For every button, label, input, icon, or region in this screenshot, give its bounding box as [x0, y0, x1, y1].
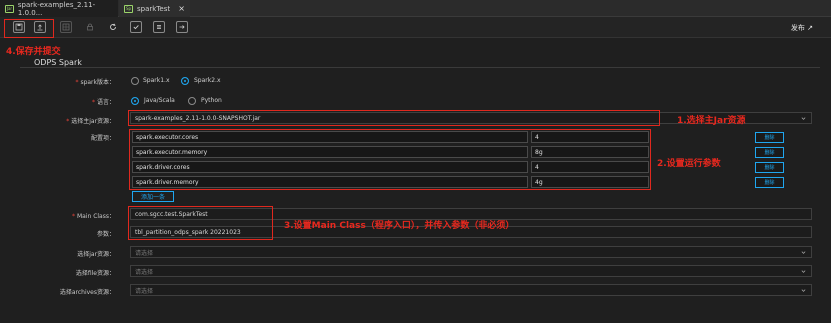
- save-submit-highlight: [4, 19, 54, 38]
- section-title: ODPS Spark: [34, 58, 82, 67]
- radio-spark2[interactable]: [181, 77, 189, 85]
- main-jar-highlight: [128, 110, 660, 126]
- main-class-params-highlight: [128, 206, 273, 240]
- refresh-icon[interactable]: [107, 21, 119, 33]
- tab-sparktest[interactable]: Sp sparkTest ×: [119, 0, 190, 17]
- radio-spark1[interactable]: [131, 77, 139, 85]
- jar-resource-select[interactable]: 请选择: [130, 246, 812, 258]
- config-label: 配置项：: [90, 135, 115, 142]
- chevron-down-icon: [801, 270, 806, 273]
- file-resource-label: 选择file资源：: [75, 270, 115, 277]
- tab-label: spark-examples_2.11-1.0.0...: [17, 0, 96, 17]
- radio-spark2-label: Spark2.x: [194, 77, 221, 84]
- export-icon[interactable]: [176, 21, 188, 33]
- spark-version-label: * spark版本：: [75, 79, 115, 86]
- delete-config-button[interactable]: 删除: [755, 162, 784, 173]
- radio-spark1-label: Spark1.x: [143, 77, 170, 84]
- annotation-step1: 1.选择主Jar资源: [677, 116, 746, 126]
- arrow-up-right-icon: ↗: [807, 24, 813, 32]
- delete-config-button[interactable]: 删除: [755, 177, 784, 188]
- add-config-button[interactable]: 添加一条: [132, 191, 174, 202]
- archives-resource-select[interactable]: 请选择: [130, 284, 812, 296]
- check-icon[interactable]: [130, 21, 142, 33]
- radio-java-scala[interactable]: [131, 97, 139, 105]
- annotation-step3: 3.设置Main Class（程序入口），并传入参数（非必须）: [284, 221, 515, 231]
- file-resource-select[interactable]: 请选择: [130, 265, 812, 277]
- chevron-down-icon: [801, 289, 806, 292]
- lock-icon[interactable]: [84, 21, 96, 33]
- delete-config-button[interactable]: 删除: [755, 132, 784, 143]
- spark-node-icon: Sp: [124, 4, 133, 13]
- annotation-step2: 2.设置运行参数: [657, 159, 721, 169]
- jar-resource-label: 选择jar资源：: [77, 251, 115, 258]
- dataset-icon[interactable]: [153, 21, 165, 33]
- chevron-down-icon: [801, 251, 806, 254]
- publish-button[interactable]: 发布 ↗: [791, 23, 813, 33]
- params-label: 参数：: [96, 231, 115, 238]
- archives-resource-label: 选择archives资源：: [59, 289, 115, 296]
- radio-python-label: Python: [201, 97, 222, 104]
- tab-label: sparkTest: [137, 4, 171, 13]
- chevron-down-icon: [801, 117, 806, 120]
- radio-java-scala-label: Java/Scala: [144, 97, 175, 104]
- config-highlight: [129, 129, 651, 190]
- toolbar: 发布 ↗: [0, 17, 831, 38]
- radio-python[interactable]: [188, 97, 196, 105]
- section-divider: [20, 67, 820, 68]
- tab-spark-examples-jar[interactable]: Jar spark-examples_2.11-1.0.0...: [0, 0, 118, 17]
- close-icon[interactable]: ×: [178, 4, 185, 13]
- main-jar-label: * 选择主jar资源：: [66, 118, 115, 125]
- delete-config-button[interactable]: 删除: [755, 147, 784, 158]
- language-label: * 语言：: [91, 99, 115, 106]
- jar-file-icon: Jar: [5, 4, 14, 13]
- annotation-step4: 4.保存并提交: [6, 47, 61, 57]
- main-class-label: * Main Class：: [71, 213, 115, 220]
- grid-icon[interactable]: [60, 21, 72, 33]
- tab-bar: Jar spark-examples_2.11-1.0.0... Sp spar…: [0, 0, 831, 17]
